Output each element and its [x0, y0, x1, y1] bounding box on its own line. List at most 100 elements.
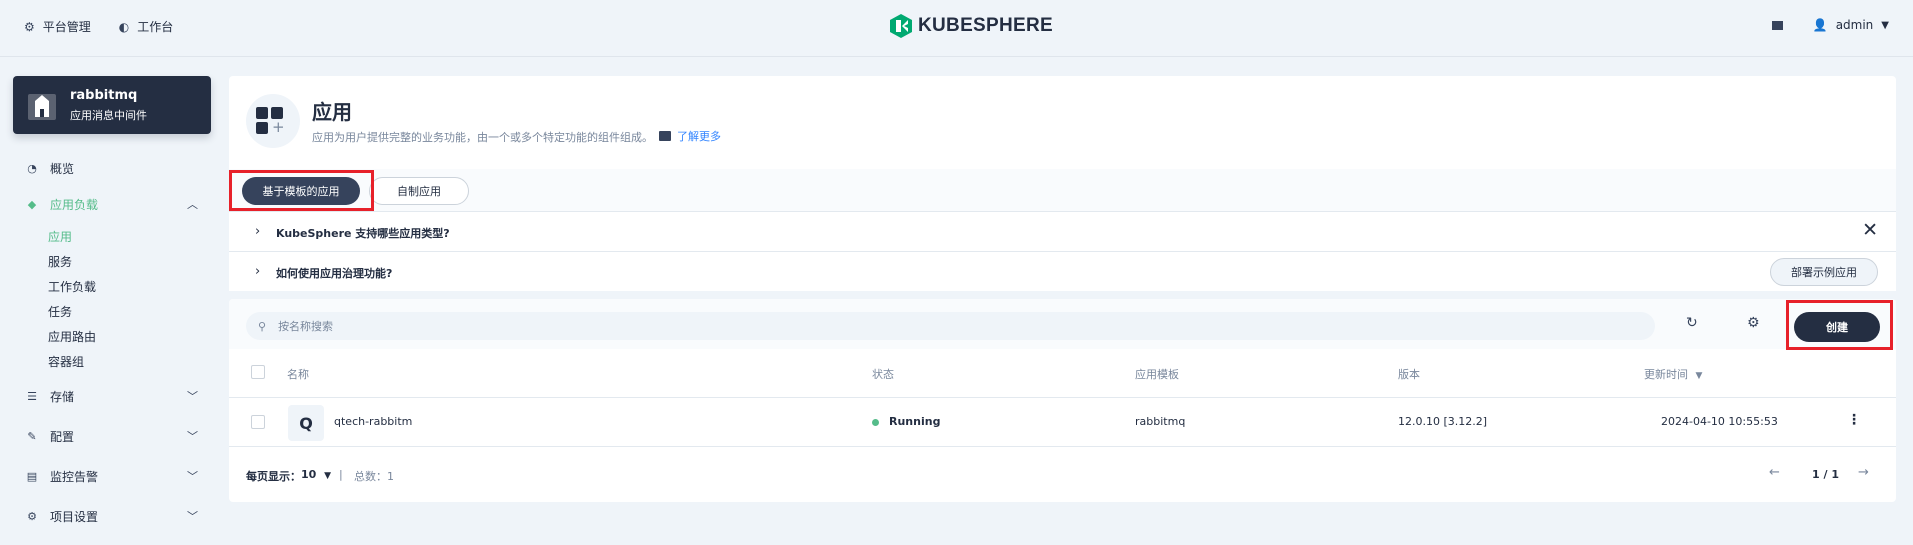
layers-icon: ◆	[27, 198, 37, 211]
caret-down-icon: ▼	[324, 471, 332, 481]
sidebar-item-label: 存储	[50, 390, 75, 404]
docs-button[interactable]	[1771, 20, 1783, 30]
sidebar-item-monitoring[interactable]: ▤ 监控告警 ﹀	[26, 468, 198, 485]
sidebar-item-workloads[interactable]: ◆ 应用负载 ︿	[26, 196, 198, 213]
column-updated-label: 更新时间	[1644, 368, 1688, 381]
brand-name: KUBESPHERE	[918, 15, 1053, 36]
navbar-divider	[0, 56, 1913, 57]
gear-icon: ⚙	[27, 510, 37, 523]
app-name-link[interactable]: qtech-rabbitm	[334, 415, 412, 428]
prev-page-icon[interactable]: ←	[1769, 465, 1780, 480]
per-page-value: 10	[301, 468, 317, 481]
user-menu[interactable]: 👤 admin ▼	[1813, 18, 1889, 32]
pagination: 每页显示： 10 ▼ | 总数：1 ← 1 / 1 →	[229, 451, 1896, 499]
book-icon	[1771, 20, 1783, 30]
column-status: 状态	[872, 368, 894, 381]
chevron-up-icon: ︿	[187, 198, 198, 211]
table-row[interactable]: Q qtech-rabbitm Running rabbitmq 12.0.10…	[229, 397, 1896, 447]
page-header: + 应用 应用为用户提供完整的业务功能，由一个或多个特定功能的组件组成。 了解更…	[229, 76, 1896, 169]
sidebar-item-apps[interactable]: 应用	[48, 228, 72, 245]
app-list: ⚲ ↻ ⚙ 创建 名称 状态 应用模板 版本 更新时间 ▼ Q qtech-ra…	[229, 299, 1896, 502]
monitor-icon: ▤	[26, 470, 38, 483]
column-name: 名称	[287, 368, 309, 381]
deploy-sample-app-button[interactable]: 部署示例应用	[1770, 258, 1878, 286]
project-switcher[interactable]: rabbitmq 应用消息中间件	[13, 76, 211, 134]
project-name: rabbitmq	[70, 88, 138, 103]
faq-item-governance[interactable]: › 如何使用应用治理功能? 部署示例应用	[229, 251, 1896, 291]
status-text: Running	[889, 415, 941, 428]
status-dot-icon	[872, 418, 879, 426]
chevron-down-icon: ﹀	[187, 510, 198, 523]
sidebar-item-services[interactable]: 服务	[48, 253, 72, 270]
platform-management-link[interactable]: ⚙ 平台管理	[24, 18, 91, 35]
refresh-icon[interactable]: ↻	[1686, 315, 1698, 331]
column-updated-sort[interactable]: 更新时间 ▼	[1644, 366, 1702, 382]
app-type-tabs: 基于模板的应用 自制应用	[229, 169, 1896, 211]
overview-icon: ◔	[27, 162, 37, 175]
table-header: 名称 状态 应用模板 版本 更新时间 ▼	[229, 349, 1896, 397]
sidebar-item-workloads-sub[interactable]: 工作负载	[48, 278, 96, 295]
sidebar-item-pods[interactable]: 容器组	[48, 353, 84, 370]
sidebar-item-overview[interactable]: ◔ 概览	[26, 160, 198, 177]
app-template: rabbitmq	[1135, 415, 1186, 428]
project-icon	[28, 94, 56, 120]
nav-left: ⚙ 平台管理 ◐ 工作台	[24, 18, 173, 35]
kubesphere-logo[interactable]: KUBESPHERE	[890, 14, 1053, 38]
top-navbar: ⚙ 平台管理 ◐ 工作台 KUBESPHERE 👤 admin ▼	[0, 0, 1913, 56]
apps-icon-square	[256, 122, 268, 134]
select-all-checkbox[interactable]	[251, 365, 265, 379]
learn-more-link[interactable]: 了解更多	[659, 128, 721, 144]
search-input[interactable]	[278, 319, 1579, 333]
caret-down-icon: ▼	[1695, 371, 1703, 381]
sidebar-item-jobs[interactable]: 任务	[48, 303, 72, 320]
chevron-right-icon: ›	[255, 264, 261, 279]
faq-question: 如何使用应用治理功能?	[276, 267, 393, 280]
faq-item-app-types[interactable]: › KubeSphere 支持哪些应用类型? ✕	[229, 211, 1896, 251]
sidebar-item-routes[interactable]: 应用路由	[48, 328, 96, 345]
sidebar-item-label: 应用负载	[50, 198, 99, 212]
app-avatar: Q	[288, 405, 324, 441]
search-bar[interactable]: ⚲	[246, 312, 1655, 340]
workbench-link[interactable]: ◐ 工作台	[119, 18, 174, 35]
username: admin	[1835, 18, 1874, 32]
gear-icon: ⚙	[24, 19, 35, 34]
chevron-down-icon: ﹀	[187, 470, 198, 483]
app-version: 12.0.10 [3.12.2]	[1398, 415, 1488, 428]
close-icon[interactable]: ✕	[1862, 219, 1878, 241]
sidebar-item-config[interactable]: ✎ 配置 ﹀	[26, 428, 198, 445]
chevron-down-icon: ﹀	[187, 430, 198, 443]
platform-management-label: 平台管理	[42, 20, 91, 34]
per-page-select[interactable]: 10 ▼	[301, 468, 331, 481]
project-desc: 应用消息中间件	[70, 109, 147, 122]
list-toolbar: ⚲ ↻ ⚙ 创建	[229, 299, 1896, 349]
storage-icon: ☰	[27, 390, 37, 403]
app-updated-time: 2024-04-10 10:55:53	[1661, 415, 1778, 428]
apps-icon: +	[246, 94, 300, 148]
sidebar-item-label: 项目设置	[50, 510, 99, 524]
page-description: 应用为用户提供完整的业务功能，由一个或多个特定功能的组件组成。	[312, 131, 653, 144]
sidebar-item-label: 概览	[50, 162, 75, 176]
caret-down-icon: ▼	[1881, 19, 1889, 31]
wrench-icon: ✎	[27, 430, 37, 443]
faq-question: KubeSphere 支持哪些应用类型?	[276, 227, 450, 240]
sidebar-item-label: 监控告警	[50, 470, 99, 484]
nav-right: 👤 admin ▼	[1771, 18, 1889, 32]
workbench-label: 工作台	[137, 20, 174, 34]
row-checkbox[interactable]	[251, 415, 265, 429]
settings-icon[interactable]: ⚙	[1747, 315, 1760, 331]
sidebar-item-storage[interactable]: ☰ 存储 ﹀	[26, 388, 198, 405]
sidebar-item-settings[interactable]: ⚙ 项目设置 ﹀	[26, 508, 198, 525]
more-actions-icon[interactable]: ⋮	[1847, 412, 1861, 428]
page-indicator: 1 / 1	[1812, 468, 1839, 481]
user-icon: 👤	[1812, 18, 1828, 32]
column-version: 版本	[1398, 368, 1420, 381]
dashboard-icon: ◐	[118, 19, 130, 34]
chevron-down-icon: ﹀	[187, 390, 198, 403]
pager-divider: |	[339, 468, 343, 481]
plus-icon: +	[272, 118, 285, 136]
learn-more-label: 了解更多	[677, 130, 721, 143]
tab-custom-apps[interactable]: 自制应用	[369, 177, 469, 205]
page-title: 应用	[312, 100, 352, 124]
next-page-icon[interactable]: →	[1858, 465, 1869, 480]
apps-icon-square	[256, 107, 268, 119]
